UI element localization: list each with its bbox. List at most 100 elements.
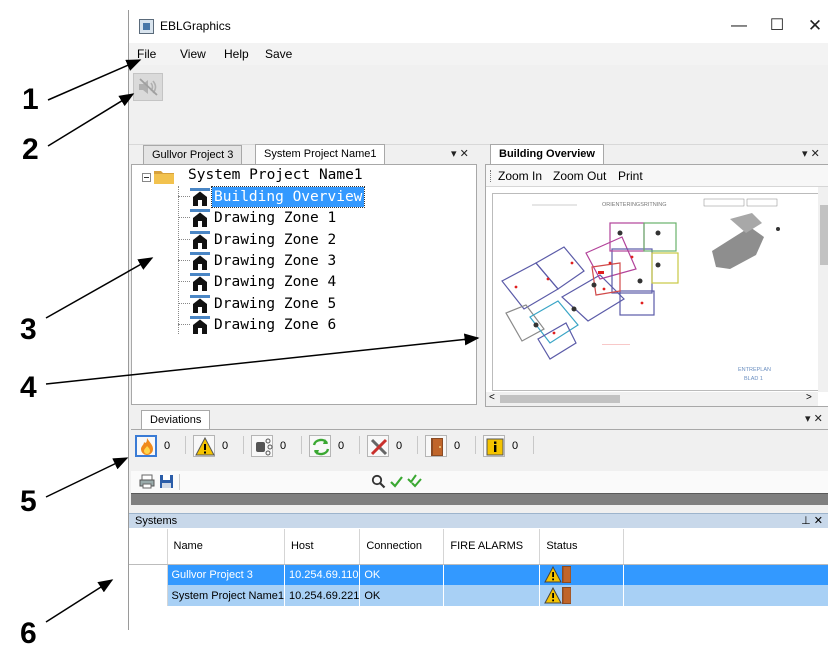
tree-pane-controls[interactable]: ▾ ✕ (451, 147, 469, 160)
tab-gullvor-project-3[interactable]: Gullvor Project 3 (143, 145, 243, 164)
column-header-name[interactable]: Name (167, 529, 285, 565)
deviations-pane-controls[interactable]: ▾ ✕ (805, 412, 823, 425)
fire-alarm-icon[interactable] (135, 435, 157, 457)
tree-item-label: Drawing Zone 4 (214, 274, 337, 291)
door-icon[interactable] (425, 435, 447, 457)
zoom-out-button[interactable]: Zoom Out (553, 169, 606, 183)
system-fire-alarms-cell[interactable] (443, 585, 541, 606)
systems-table: Name Host Connection FIRE ALARMS Status … (129, 529, 828, 606)
callout-arrow-5 (45, 457, 129, 498)
door-icon (562, 566, 572, 584)
close-button[interactable]: ✕ (795, 14, 828, 38)
drawing-sheet-label: BLAD 1 (744, 376, 763, 382)
table-row[interactable]: ▸ Gullvor Project 3 10.254.69.110 OK (129, 564, 828, 585)
menu-help[interactable]: Help (224, 47, 249, 61)
callout-arrow-1 (47, 59, 142, 101)
warning-icon[interactable] (193, 435, 215, 457)
overview-horizontal-scrollbar[interactable]: < > (486, 392, 818, 406)
deviation-count: 0 (396, 440, 403, 452)
deviation-count: 0 (164, 440, 171, 452)
tree-item-label: Building Overview (210, 186, 366, 208)
title-bar[interactable]: EBLGraphics — ☐ ✕ (129, 10, 828, 43)
scroll-thumb[interactable] (500, 395, 620, 403)
toolbar-separator (179, 474, 180, 490)
scroll-left-icon[interactable]: < (489, 392, 495, 403)
zoom-in-button[interactable]: Zoom In (498, 169, 542, 183)
deviation-count: 0 (280, 440, 287, 452)
row-marker[interactable]: ▸ (129, 564, 168, 585)
warning-icon (544, 566, 563, 583)
toolbar-grip-icon (490, 170, 492, 182)
disablement-icon[interactable] (251, 435, 273, 457)
building-icon (190, 315, 210, 334)
tab-system-project-name1[interactable]: System Project Name1 (255, 144, 386, 164)
floor-plan-drawing[interactable]: ORIENTERINGSRITNING ——————— ENTREPLAN BL… (492, 193, 822, 391)
deviation-count: 0 (338, 440, 345, 452)
system-status-cell[interactable] (539, 564, 625, 585)
overview-vertical-scrollbar[interactable] (818, 187, 828, 392)
system-status-cell[interactable] (539, 585, 625, 606)
callout-1: 1 (22, 83, 39, 116)
row-header-corner (129, 529, 168, 565)
system-name-cell[interactable]: Gullvor Project 3 (167, 564, 285, 585)
callout-5: 5 (20, 485, 37, 518)
test-mode-icon[interactable] (309, 435, 331, 457)
acknowledge-check-icon[interactable] (389, 474, 404, 489)
collapse-toggle-icon[interactable] (142, 173, 151, 182)
toolbar-separator (185, 436, 186, 454)
tab-deviations[interactable]: Deviations (141, 410, 211, 430)
maximize-button[interactable]: ☐ (757, 14, 797, 38)
toolbar-separator (243, 436, 244, 454)
column-header-status[interactable]: Status (539, 529, 625, 565)
scroll-thumb[interactable] (820, 205, 828, 265)
callout-3: 3 (20, 313, 37, 346)
acknowledge-all-icon[interactable] (407, 473, 423, 489)
callout-2: 2 (22, 133, 39, 166)
drawing-heading: ORIENTERINGSRITNING (602, 202, 666, 208)
column-header-connection[interactable]: Connection (359, 529, 445, 565)
annotated-screenshot: EBLGraphics — ☐ ✕ File View Help Save Gu… (0, 0, 828, 654)
tree-connector (178, 217, 190, 219)
tree-item-label: Drawing Zone 5 (214, 295, 337, 312)
building-icon (190, 294, 210, 313)
pin-close-controls[interactable]: ⊥ ✕ (801, 514, 823, 528)
column-header-host[interactable]: Host (284, 529, 361, 565)
info-icon[interactable] (483, 435, 505, 457)
deviation-count: 0 (454, 440, 461, 452)
filler-cell (623, 564, 828, 585)
print-icon[interactable] (139, 474, 155, 489)
callout-6: 6 (20, 617, 37, 650)
system-host-cell[interactable]: 10.254.69.110 (284, 564, 361, 585)
column-header-filler (623, 529, 828, 565)
scroll-right-icon[interactable]: > (806, 392, 812, 403)
tree-item-label: Drawing Zone 6 (214, 316, 337, 333)
tree-root-label[interactable]: System Project Name1 (188, 167, 363, 183)
overview-menu: Zoom In Zoom Out Print (486, 165, 828, 187)
system-connection-cell[interactable]: OK (359, 564, 445, 585)
window-title: EBLGraphics (160, 19, 231, 33)
service-tools-icon[interactable] (367, 435, 389, 457)
row-marker[interactable] (129, 585, 168, 606)
tab-building-overview[interactable]: Building Overview (490, 144, 604, 164)
minimize-button[interactable]: — (719, 14, 759, 38)
search-icon[interactable] (371, 474, 386, 489)
toolbar-separator (417, 436, 418, 454)
table-row[interactable]: System Project Name1 10.254.69.221 OK (129, 585, 828, 606)
menu-view[interactable]: View (180, 47, 206, 61)
toolbar-separator (533, 436, 534, 454)
system-connection-cell[interactable]: OK (359, 585, 445, 606)
overview-pane-controls[interactable]: ▾ ✕ (802, 147, 820, 160)
menu-save[interactable]: Save (265, 47, 292, 61)
system-fire-alarms-cell[interactable] (443, 564, 541, 585)
system-host-cell[interactable]: 10.254.69.221 (284, 585, 361, 606)
save-disk-icon[interactable] (159, 474, 174, 489)
callout-arrow-6 (45, 579, 114, 623)
tree-connector (178, 196, 190, 197)
column-header-fire-alarms[interactable]: FIRE ALARMS (443, 529, 541, 565)
callout-4: 4 (20, 371, 37, 404)
mute-button[interactable] (133, 73, 163, 101)
system-name-cell[interactable]: System Project Name1 (167, 585, 285, 606)
menu-file[interactable]: File (137, 47, 156, 61)
tree-item-label: Drawing Zone 1 (214, 210, 337, 227)
print-button[interactable]: Print (618, 169, 643, 183)
